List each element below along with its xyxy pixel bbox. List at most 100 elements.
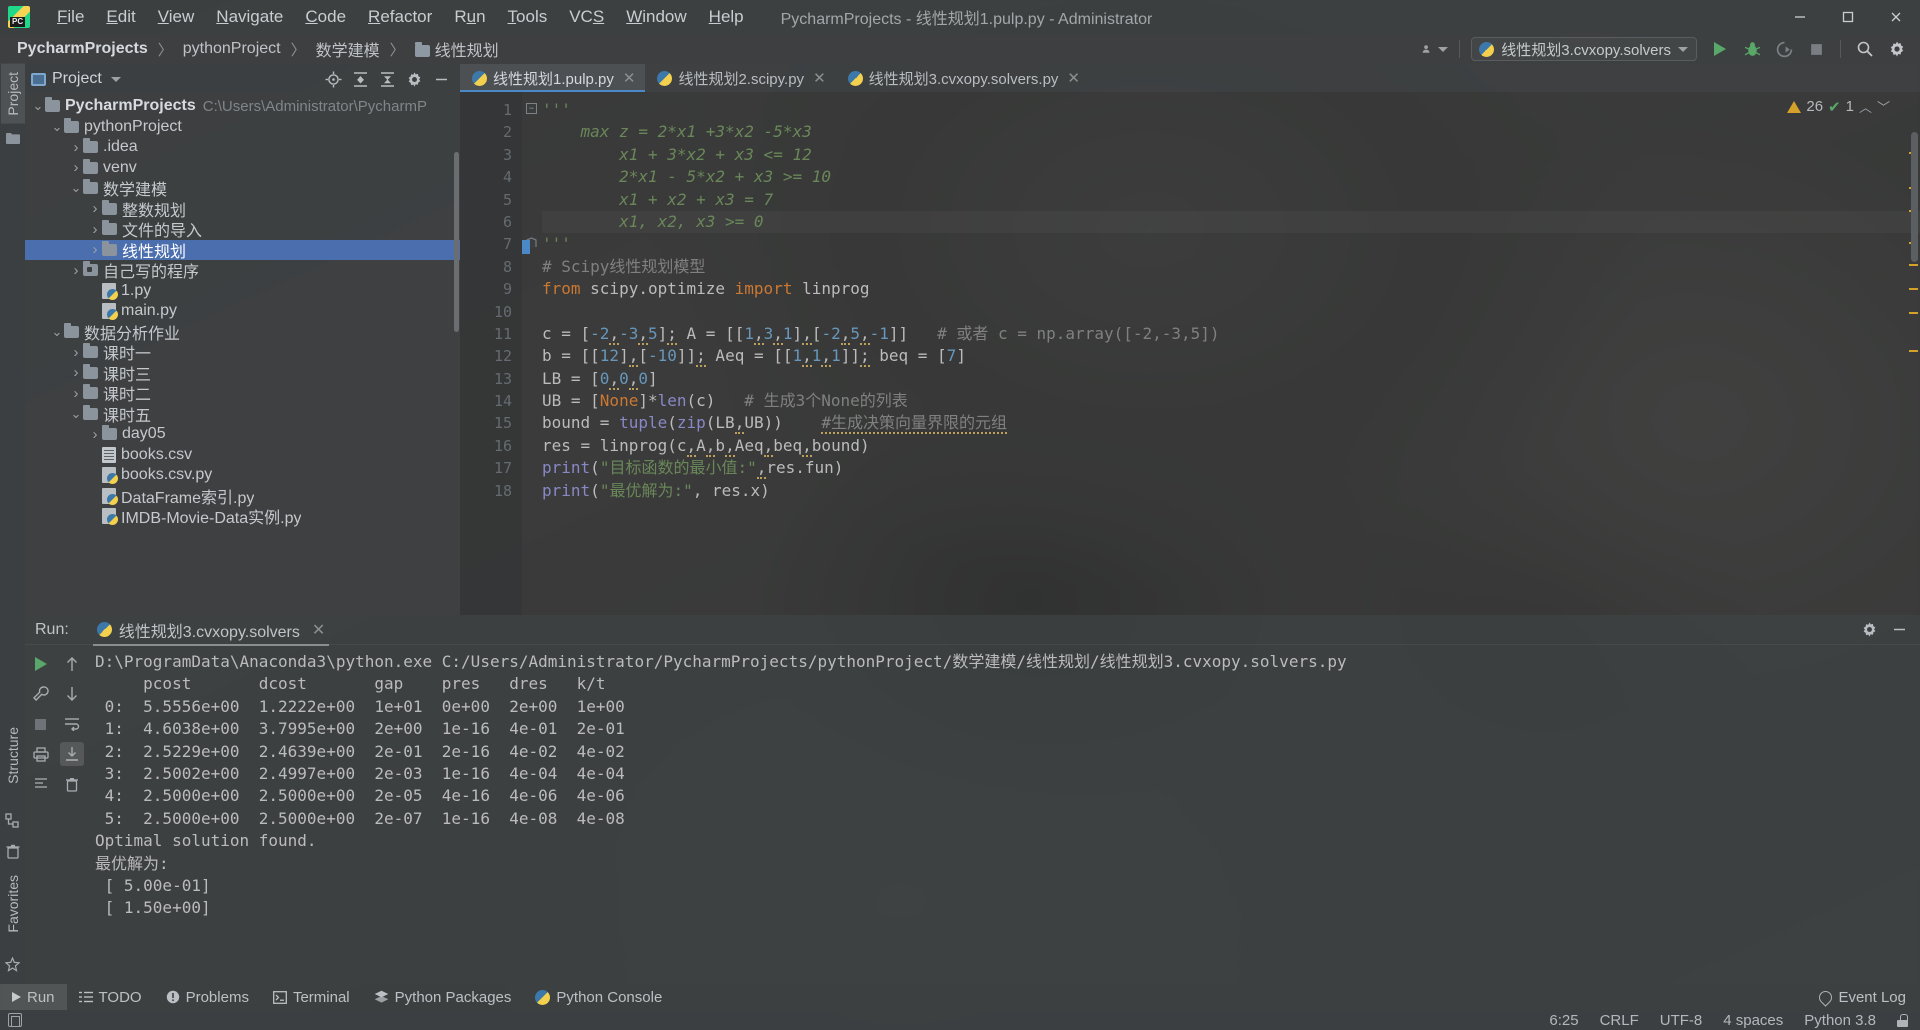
lock-icon[interactable] [1897,1013,1908,1027]
tree-node-4[interactable]: ⌄ 数学建模 [25,178,460,199]
menu-run[interactable]: Run [443,4,496,30]
tree-node-20[interactable]: IMDB-Movie-Data实例.py [25,506,460,527]
code-line-14[interactable]: UB = [None]*len(c) # 生成3个None的列表 [542,390,1920,412]
code-line-8[interactable]: # Scipy线性规划模型 [542,256,1920,278]
chevron-up-icon[interactable]: ︿ [1859,97,1872,116]
inspection-widget[interactable]: 26 ✔ 1 ︿ ﹀ [1787,97,1890,116]
tree-node-12[interactable]: › 课时一 [25,342,460,363]
settings-gear-icon[interactable] [1884,37,1910,61]
code-line-17[interactable]: print("目标函数的最小值:",res.fun) [542,457,1920,480]
tree-node-8[interactable]: › 自己写的程序 [25,260,460,281]
menu-navigate[interactable]: Navigate [205,4,294,30]
tree-node-19[interactable]: DataFrame索引.py [25,486,460,507]
tree-node-18[interactable]: books.csv.py [25,465,460,486]
scroll-to-end-icon[interactable] [59,742,84,766]
chevron-down-icon[interactable]: ﹀ [1877,97,1890,116]
search-everywhere-icon[interactable] [1852,37,1878,61]
chevron-down-icon[interactable] [110,76,121,82]
editor-tab-1[interactable]: 线性规划2.scipy.py ✕ [645,64,835,92]
tool-window-problems[interactable]: Problems [154,984,261,1010]
tree-node-17[interactable]: books.csv [25,445,460,466]
hide-panel-icon[interactable] [432,70,450,88]
sidebar-tab-favorites[interactable]: Favorites [1,867,25,941]
sidebar-tab-structure[interactable]: Structure [1,719,25,792]
stop-icon[interactable] [29,712,53,736]
menu-refactor[interactable]: Refactor [357,4,443,30]
menu-vcs[interactable]: VCS [558,4,615,30]
menu-window[interactable]: Window [615,4,697,30]
tool-window-python-console[interactable]: Python Console [523,984,674,1010]
structure-folder-icon[interactable] [5,132,20,144]
breadcrumb-item-2[interactable]: 数学建模 [311,35,385,63]
trash-icon[interactable] [60,772,84,796]
debug-button[interactable] [1739,37,1765,61]
gear-icon[interactable] [405,70,423,88]
chevron-right-icon[interactable]: › [88,200,102,217]
tree-node-1[interactable]: ⌄ pythonProject [25,117,460,138]
tool-window-python-packages[interactable]: Python Packages [362,984,524,1010]
code-line-15[interactable]: bound = tuple(zip(LB,UB)) #生成决策向量界限的元组 [542,412,1920,435]
run-button[interactable] [1707,37,1733,61]
tree-node-16[interactable]: › day05 [25,424,460,445]
run-with-coverage-button[interactable] [1771,37,1797,61]
rerun-icon[interactable] [29,652,53,676]
hide-panel-icon[interactable] [1890,621,1908,639]
code-line-10[interactable] [542,301,1920,323]
tool-window-todo[interactable]: TODO [67,984,154,1010]
editor-tab-0[interactable]: 线性规划1.pulp.py ✕ [460,64,646,92]
code-line-7[interactable]: ''' [542,233,1920,255]
close-icon[interactable]: ✕ [312,620,325,640]
expand-all-icon[interactable] [351,70,369,88]
chevron-right-icon[interactable]: › [88,221,102,238]
collapse-all-icon[interactable] [378,70,396,88]
locate-icon[interactable] [324,70,342,88]
menu-file[interactable]: File [46,4,95,30]
settings-wrench-icon[interactable] [29,682,53,706]
chevron-down-icon[interactable]: ⌄ [69,406,83,422]
chevron-right-icon[interactable]: › [69,385,83,402]
menu-help[interactable]: Help [698,4,755,30]
code-line-4[interactable]: 2*x1 - 5*x2 + x3 >= 10 [542,166,1920,188]
editor-tab-2[interactable]: 线性规划3.cvxopy.solvers.py ✕ [836,64,1090,92]
chevron-right-icon[interactable]: › [88,241,102,258]
wrap-text-icon[interactable] [60,712,84,736]
minimize-button[interactable] [1776,0,1824,34]
chevron-down-icon[interactable]: ⌄ [69,180,83,196]
caret-position[interactable]: 6:25 [1549,1012,1578,1029]
tree-node-14[interactable]: › 课时二 [25,383,460,404]
code-content[interactable]: ''' max z = 2*x1 +3*x2 -5*x3 x1 + 3*x2 +… [542,92,1920,615]
run-configuration-selector[interactable]: 线性规划3.cvxopy.solvers [1471,37,1697,61]
tree-node-11[interactable]: ⌄ 数据分析作业 [25,322,460,343]
tree-node-15[interactable]: ⌄ 课时五 [25,404,460,425]
code-line-6[interactable]: x1, x2, x3 >= 0 [542,211,1920,233]
menu-tools[interactable]: Tools [497,4,559,30]
project-tree[interactable]: ⌄ PycharmProjects C:\Users\Administrator\P… [25,94,460,615]
tree-node-7[interactable]: › 线性规划 [25,239,460,261]
code-line-9[interactable]: from scipy.optimize import linprog [542,278,1920,300]
close-icon[interactable]: ✕ [1067,69,1080,87]
tree-node-0[interactable]: ⌄ PycharmProjects C:\Users\Administrator\P… [25,96,460,117]
code-line-12[interactable]: b = [[12],[-10]]; Aeq = [[1,1,1]]; beq =… [542,345,1920,368]
close-button[interactable] [1872,0,1920,34]
chevron-right-icon[interactable]: › [69,159,83,176]
code-line-18[interactable]: print("最优解为:", res.x) [542,480,1920,502]
run-console-output[interactable]: D:\ProgramData\Anaconda3\python.exe C:/U… [87,645,1920,984]
code-editor[interactable]: 1 2 3 4 5 6 7 8 9 10 11 12 13 14 15 16 17 18 − ''' max z … [460,92,1920,615]
tool-window-run[interactable]: Run [0,984,67,1010]
editor-scrollbar[interactable] [1911,132,1918,262]
code-line-2[interactable]: max z = 2*x1 +3*x2 -5*x3 [542,121,1920,143]
chevron-right-icon[interactable]: › [69,364,83,381]
tree-node-9[interactable]: 1.py [25,281,460,302]
scroll-down-icon[interactable] [60,682,84,706]
breadcrumb-item-3[interactable]: 线性规划 [410,35,504,63]
code-line-5[interactable]: x1 + x2 + x3 = 7 [542,189,1920,211]
tree-node-3[interactable]: › venv [25,158,460,179]
breadcrumb-item-0[interactable]: PycharmProjects [12,38,153,60]
close-icon[interactable]: ✕ [813,69,826,87]
account-icon[interactable] [1422,37,1449,61]
indent-setting[interactable]: 4 spaces [1723,1012,1783,1029]
line-separator[interactable]: CRLF [1600,1012,1639,1029]
chevron-right-icon[interactable]: › [88,426,102,443]
tree-node-10[interactable]: main.py [25,301,460,322]
sidebar-tab-project[interactable]: Project [0,64,25,124]
